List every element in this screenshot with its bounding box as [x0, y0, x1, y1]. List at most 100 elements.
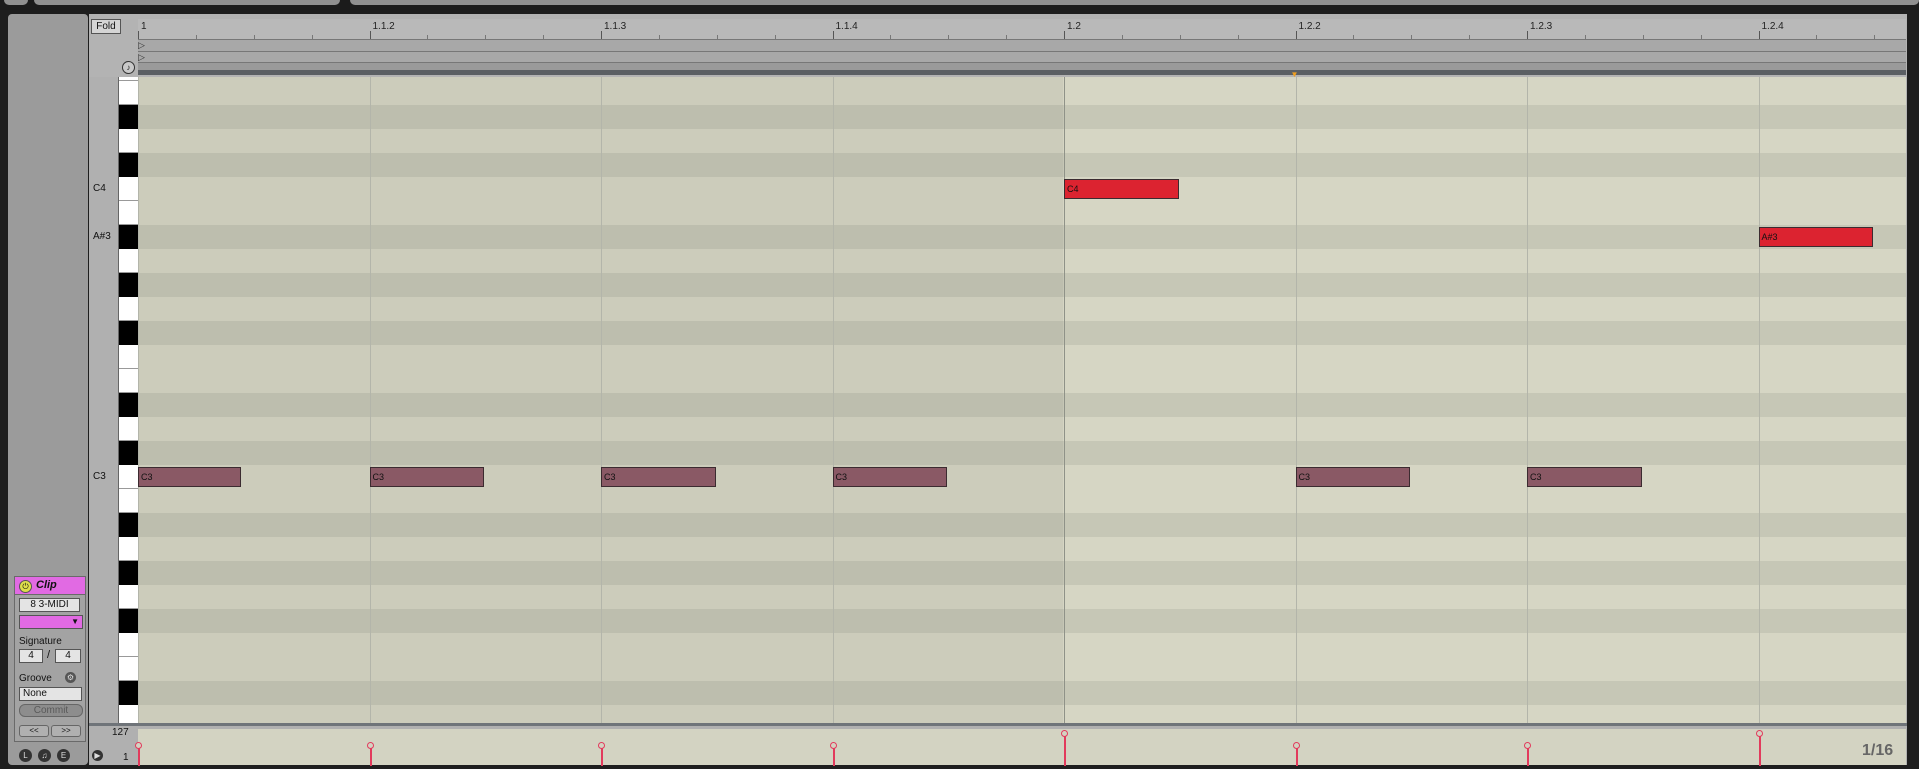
ruler-subtick — [1469, 35, 1471, 39]
velocity-handle[interactable] — [829, 742, 837, 749]
midi-note[interactable]: C3 — [138, 467, 242, 487]
tab-3[interactable] — [350, 0, 1919, 5]
black-key[interactable] — [119, 561, 139, 585]
ruler-label: 1 — [141, 21, 147, 32]
nav-next-button[interactable]: >> — [51, 725, 81, 737]
ruler-tick — [601, 31, 602, 39]
midi-note[interactable]: C3 — [832, 467, 948, 487]
signature-denominator-field[interactable]: 4 — [55, 649, 81, 663]
black-key[interactable] — [119, 609, 139, 633]
ruler-subtick — [253, 35, 255, 39]
grid-resolution-label: 1/16 — [1862, 742, 1894, 759]
white-key-divider — [119, 200, 139, 201]
loop-brace-bar[interactable]: ▷ — [138, 40, 1906, 52]
white-key-divider — [119, 368, 139, 369]
midi-note[interactable]: C3 — [601, 467, 716, 487]
play-icon[interactable]: ▶ — [92, 750, 103, 761]
ruler-label: 1.2.2 — [1298, 21, 1321, 32]
velocity-handle[interactable] — [1292, 742, 1300, 749]
black-key[interactable] — [119, 681, 139, 705]
beat-time-ruler[interactable]: 1 1.1.2 1.1.3 1.1.4 1.2 1.2.2 1.2.3 1.2.4 — [138, 19, 1906, 40]
black-key[interactable] — [119, 225, 139, 249]
piano-keyboard[interactable] — [118, 77, 139, 729]
ruler-tick — [138, 31, 139, 39]
groove-label: Groove — [19, 673, 52, 684]
velocity-max-label: 127 — [112, 727, 129, 738]
black-key[interactable] — [119, 105, 139, 129]
ruler-label: 1.2 — [1067, 21, 1081, 32]
velocity-handle[interactable] — [366, 742, 374, 749]
notes-box-toggle-icon[interactable]: ♫ — [38, 749, 51, 762]
ruler-subtick — [1121, 35, 1123, 39]
clip-title: Clip — [36, 579, 57, 591]
note-grid[interactable]: C3 C3 C3 C3 C4 C3 C3 A#3 — [138, 77, 1906, 723]
ruler-tick — [1758, 31, 1760, 39]
midi-note[interactable]: C3 — [369, 467, 485, 487]
tab-2[interactable] — [34, 0, 340, 5]
ruler-tick — [1295, 31, 1297, 39]
fold-button[interactable]: Fold — [91, 19, 121, 34]
beat-gridline — [369, 77, 371, 723]
beat-gridline — [1527, 77, 1528, 723]
commit-button[interactable]: Commit — [19, 704, 83, 717]
key-label: A#3 — [93, 231, 111, 242]
ruler-subtick — [1816, 35, 1818, 39]
ruler-subtick — [311, 35, 313, 39]
velocity-lane-splitter[interactable] — [89, 723, 1907, 726]
power-icon[interactable]: ⏻ — [19, 580, 32, 593]
beat-gridline — [1064, 77, 1065, 723]
signature-slash: / — [47, 649, 51, 661]
clip-header: ⏻ Clip — [15, 577, 85, 595]
velocity-handle[interactable] — [1524, 742, 1531, 749]
beat-gridline — [138, 77, 139, 723]
midi-note[interactable]: C3 — [1527, 467, 1642, 487]
ruler-subtick — [543, 35, 545, 39]
velocity-editor[interactable] — [138, 729, 1906, 765]
black-key[interactable] — [119, 321, 139, 345]
envelope-box-toggle-icon[interactable]: E — [57, 749, 70, 762]
black-key[interactable] — [119, 393, 139, 417]
horizontal-scrollbar[interactable] — [138, 70, 1906, 75]
ruler-subtick — [1237, 35, 1239, 39]
groove-hot-swap-icon[interactable]: ⚙ — [65, 672, 76, 683]
ruler-subtick — [1006, 35, 1008, 39]
velocity-handle[interactable] — [1755, 730, 1763, 737]
playhead-marker-icon: ▼ — [1290, 70, 1299, 79]
black-key[interactable] — [119, 153, 139, 177]
key-label: C3 — [93, 471, 106, 482]
headphones-icon[interactable]: ♪ — [122, 61, 135, 74]
ruler-subtick — [1179, 35, 1181, 39]
ruler-tick — [832, 31, 834, 39]
ruler-subtick — [427, 35, 429, 39]
beat-gridline — [832, 77, 834, 723]
black-key[interactable] — [119, 441, 139, 465]
beat-gridline — [1758, 77, 1760, 723]
midi-note[interactable]: A#3 — [1758, 227, 1874, 247]
ruler-subtick — [1411, 35, 1413, 39]
key-label-column: C4 A#3 C3 — [89, 77, 118, 723]
velocity-handle[interactable] — [135, 742, 142, 749]
velocity-marker[interactable] — [1758, 733, 1761, 766]
velocity-handle[interactable] — [598, 742, 605, 749]
clip-color-chooser[interactable]: ▼ — [19, 615, 83, 629]
launch-box-toggle-icon[interactable]: L — [19, 749, 32, 762]
ruler-label: 1.1.2 — [372, 21, 395, 32]
black-key[interactable] — [119, 513, 139, 537]
clip-name-field[interactable]: 8 3-MIDI — [19, 598, 80, 612]
velocity-handle[interactable] — [1061, 730, 1068, 737]
tab-1[interactable] — [4, 0, 28, 5]
loop-end-bar[interactable]: ▷ — [138, 52, 1906, 63]
beat-gridline — [601, 77, 602, 723]
loop-marker-icon[interactable]: ▷ — [138, 52, 145, 62]
midi-note[interactable]: C4 — [1064, 179, 1179, 199]
midi-note[interactable]: C3 — [1295, 467, 1411, 487]
black-key[interactable] — [119, 273, 139, 297]
ruler-subtick — [1642, 35, 1644, 39]
velocity-marker[interactable] — [1064, 733, 1066, 766]
groove-chooser[interactable]: None — [19, 687, 82, 701]
ruler-label: 1.1.4 — [835, 21, 858, 32]
nav-previous-button[interactable]: << — [19, 725, 49, 737]
beat-gridline — [1295, 77, 1297, 723]
signature-numerator-field[interactable]: 4 — [19, 649, 43, 663]
start-marker-icon[interactable]: ▷ — [138, 40, 145, 50]
